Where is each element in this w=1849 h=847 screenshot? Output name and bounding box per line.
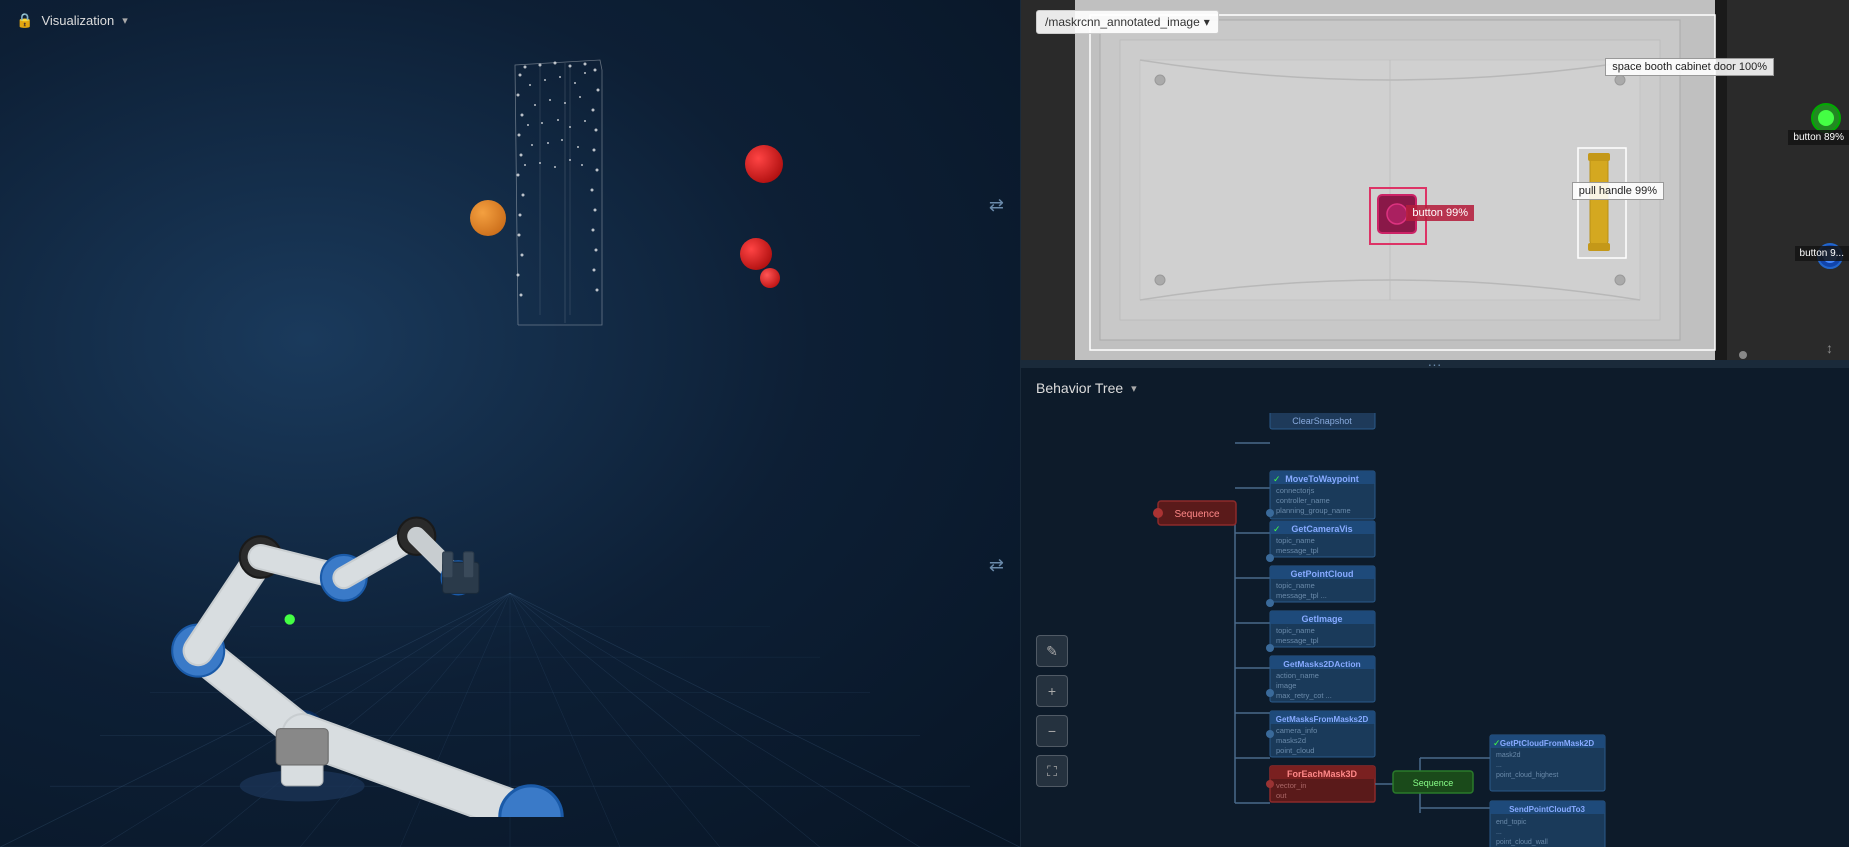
svg-text:✓: ✓ [1273,524,1281,534]
svg-text:planning_group_name: planning_group_name [1276,506,1351,515]
svg-text:GetCameraVis: GetCameraVis [1291,524,1352,534]
bt-toolbar: ✎ + − ⛶ [1036,635,1068,787]
svg-text:out: out [1276,791,1287,800]
svg-text:GetMasksFromMasks2D: GetMasksFromMasks2D [1276,715,1369,724]
bt-fullscreen-btn[interactable]: ⛶ [1036,755,1068,787]
left-panel: 🔒 Visualization ▾ [0,0,1020,847]
svg-text:camera_info: camera_info [1276,726,1317,735]
viz-dropdown-btn[interactable]: ▾ [122,14,128,27]
camera-topic-dropdown[interactable]: /maskrcnn_annotated_image ▾ [1036,10,1219,34]
camera-resize-handle[interactable]: ↕ [1826,340,1833,356]
svg-text:action_name: action_name [1276,671,1319,680]
svg-text:ForEachMask3D: ForEachMask3D [1287,769,1358,779]
svg-text:SendPointCloudTo3: SendPointCloudTo3 [1509,805,1585,814]
svg-text:GetImage: GetImage [1301,614,1342,624]
horizontal-resize-handle[interactable]: ··· [1020,360,1849,368]
red-sphere-2 [740,238,772,270]
camera-view: /maskrcnn_annotated_image ▾ [1020,0,1849,360]
svg-text:✓: ✓ [1273,474,1281,484]
svg-text:Sequence: Sequence [1174,509,1219,520]
svg-text:message_tpl ...: message_tpl ... [1276,591,1327,600]
svg-text:controller_name: controller_name [1276,496,1330,505]
svg-text:Sequence: Sequence [1413,778,1454,788]
svg-text:MoveToWaypoint: MoveToWaypoint [1285,474,1359,484]
robot-arm [0,297,750,817]
svg-text:end_topic: end_topic [1496,819,1527,826]
fullscreen-icon: ⛶ [1047,763,1057,780]
svg-text:GetMasks2DAction: GetMasks2DAction [1283,659,1360,669]
edit-icon: ✎ [1046,643,1058,660]
camera-header: /maskrcnn_annotated_image ▾ [1036,10,1219,34]
behavior-tree-panel: Behavior Tree ▾ ✎ + − ⛶ [1020,368,1849,847]
svg-text:GetPointCloud: GetPointCloud [1291,569,1354,579]
viz-header: 🔒 Visualization ▾ [16,12,128,29]
svg-text:✓: ✓ [1493,738,1501,748]
svg-text:message_tpl: message_tpl [1276,546,1319,555]
bt-title: Behavior Tree [1036,380,1123,396]
detection-pull-handle: pull handle 99% [1572,182,1664,200]
svg-text:...: ... [1496,762,1502,769]
red-sphere-3 [760,268,780,288]
svg-text:message_tpl: message_tpl [1276,636,1319,645]
zoom-in-icon: + [1048,683,1056,699]
bt-graph[interactable]: Sequence ClearSnapshot MoveToWaypoint co… [1100,413,1830,847]
reset-view-icon-bottom[interactable]: ⇄ [989,555,1004,576]
red-sphere-1 [745,145,783,183]
svg-text:vector_in: vector_in [1276,781,1306,790]
reset-view-icon-top[interactable]: ⇄ [989,195,1004,216]
svg-text:point_cloud_highest: point_cloud_highest [1496,772,1558,779]
svg-text:masks2d: masks2d [1276,736,1306,745]
bt-header: Behavior Tree ▾ [1020,368,1153,408]
detection-space-booth: space booth cabinet door 100% [1605,58,1774,76]
bt-zoom-in-btn[interactable]: + [1036,675,1068,707]
bt-edit-btn[interactable]: ✎ [1036,635,1068,667]
svg-text:point_cloud_wall: point_cloud_wall [1496,839,1548,846]
bt-dropdown-btn[interactable]: ▾ [1131,382,1137,395]
camera-topic-label: /maskrcnn_annotated_image [1045,15,1200,29]
lock-icon: 🔒 [16,12,33,29]
svg-text:GetPtCloudFromMask2D: GetPtCloudFromMask2D [1500,739,1594,748]
svg-text:point_cloud: point_cloud [1276,746,1314,755]
main-container: 🔒 Visualization ▾ [0,0,1849,847]
3d-scene [0,0,1020,847]
camera-topic-arrow: ▾ [1204,15,1210,29]
svg-text:ClearSnapshot: ClearSnapshot [1292,416,1352,426]
svg-text:topic_name: topic_name [1276,536,1315,545]
point-cloud [510,55,700,345]
svg-text:topic_name: topic_name [1276,626,1315,635]
camera-image-svg [1020,0,1849,360]
zoom-out-icon: − [1048,723,1056,739]
detection-button-89-2: button 9... [1795,246,1849,261]
main-separator [1020,0,1021,847]
viz-title: Visualization [41,13,114,28]
svg-text:topic_name: topic_name [1276,581,1315,590]
detection-button-89: button 89% [1788,130,1849,145]
svg-text:image: image [1276,681,1296,690]
bt-graph-svg: Sequence ClearSnapshot MoveToWaypoint co… [1100,413,1830,847]
right-panel: /maskrcnn_annotated_image ▾ [1020,0,1849,847]
svg-text:mask2d: mask2d [1496,752,1521,759]
svg-text:max_retry_cot ...: max_retry_cot ... [1276,691,1332,700]
orange-sphere [470,200,506,236]
svg-text:connectorjs: connectorjs [1276,486,1315,495]
detection-button-99: button 99% [1406,205,1474,221]
bt-zoom-out-btn[interactable]: − [1036,715,1068,747]
svg-text:...: ... [1496,829,1502,836]
